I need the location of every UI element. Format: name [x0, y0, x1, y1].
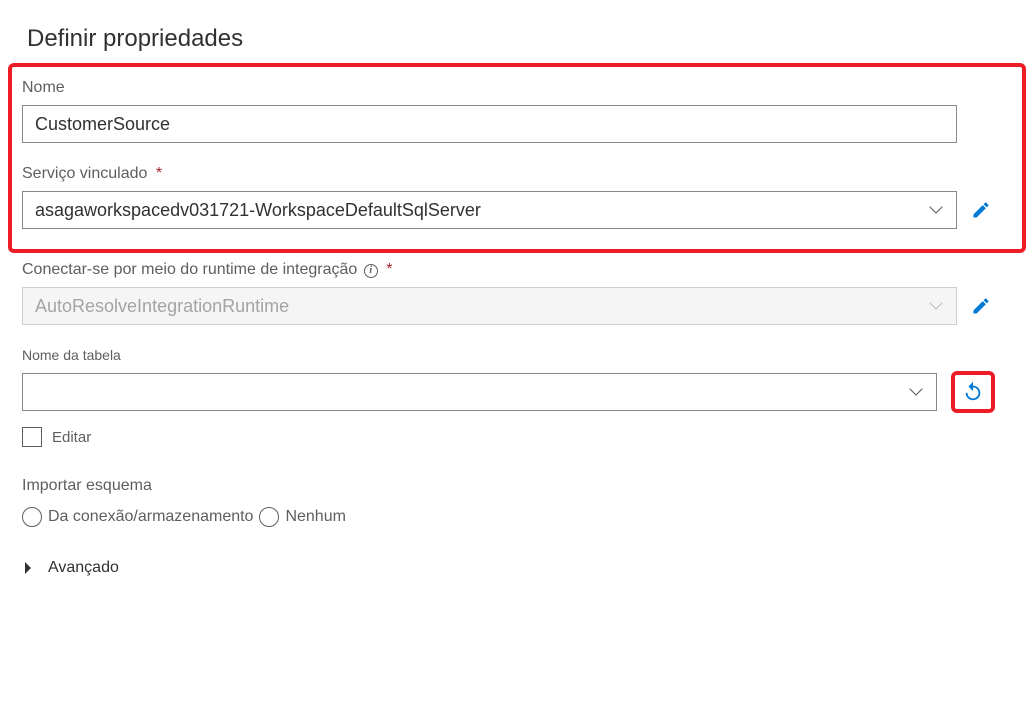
linked-service-label: Serviço vinculado * [22, 165, 1012, 183]
linked-service-group: Serviço vinculado * asagaworkspacedv0317… [22, 165, 1012, 229]
integration-runtime-value: AutoResolveIntegrationRuntime [35, 296, 928, 317]
integration-runtime-label: Conectar-se por meio do runtime de integ… [22, 261, 1012, 279]
table-name-group: Nome da tabela Editar [22, 347, 1012, 447]
table-name-dropdown[interactable] [22, 373, 937, 411]
refresh-highlight [951, 371, 995, 413]
table-name-label: Nome da tabela [22, 347, 1012, 363]
import-schema-radio-connection-label: Da conexão/armazenamento [48, 508, 253, 526]
refresh-icon [962, 381, 984, 403]
name-input[interactable] [22, 105, 957, 143]
advanced-toggle[interactable]: Avançado [22, 559, 1012, 577]
info-icon-wrapper: i [364, 260, 378, 278]
edit-checkbox[interactable] [22, 427, 42, 447]
linked-service-edit-button[interactable] [969, 198, 993, 222]
chevron-right-icon [22, 561, 34, 575]
chevron-down-icon [908, 384, 924, 400]
name-group: Nome [22, 79, 1012, 143]
edit-checkbox-label: Editar [52, 429, 91, 446]
linked-service-label-text: Serviço vinculado [22, 165, 147, 182]
import-schema-radio-connection[interactable] [22, 507, 42, 527]
highlighted-form-section: Nome Serviço vinculado * asagaworkspaced… [8, 63, 1026, 253]
import-schema-radio-none[interactable] [259, 507, 279, 527]
edit-checkbox-row: Editar [22, 427, 1012, 447]
advanced-label: Avançado [48, 559, 119, 577]
name-input-row [22, 105, 1012, 143]
integration-runtime-edit-button[interactable] [969, 294, 993, 318]
import-schema-radio-none-label: Nenhum [285, 508, 345, 526]
info-icon[interactable]: i [364, 264, 378, 278]
page-title: Definir propriedades [27, 25, 1012, 53]
pencil-icon [971, 200, 991, 220]
table-name-input-row [22, 371, 1012, 413]
chevron-down-icon [928, 298, 944, 314]
integration-runtime-label-text: Conectar-se por meio do runtime de integ… [22, 261, 357, 278]
pencil-icon [971, 296, 991, 316]
integration-runtime-input-row: AutoResolveIntegrationRuntime [22, 287, 1012, 325]
integration-runtime-dropdown: AutoResolveIntegrationRuntime [22, 287, 957, 325]
import-schema-radio-row: Da conexão/armazenamento Nenhum [22, 507, 1012, 527]
linked-service-input-row: asagaworkspacedv031721-WorkspaceDefaultS… [22, 191, 1012, 229]
required-asterisk: * [156, 165, 162, 182]
required-asterisk: * [386, 261, 392, 278]
name-label: Nome [22, 79, 1012, 97]
linked-service-dropdown[interactable]: asagaworkspacedv031721-WorkspaceDefaultS… [22, 191, 957, 229]
import-schema-group: Importar esquema Da conexão/armazenament… [22, 477, 1012, 527]
import-schema-label: Importar esquema [22, 477, 1012, 495]
table-name-refresh-button[interactable] [962, 381, 984, 403]
chevron-down-icon [928, 202, 944, 218]
integration-runtime-group: Conectar-se por meio do runtime de integ… [22, 261, 1012, 325]
linked-service-value: asagaworkspacedv031721-WorkspaceDefaultS… [35, 200, 928, 221]
